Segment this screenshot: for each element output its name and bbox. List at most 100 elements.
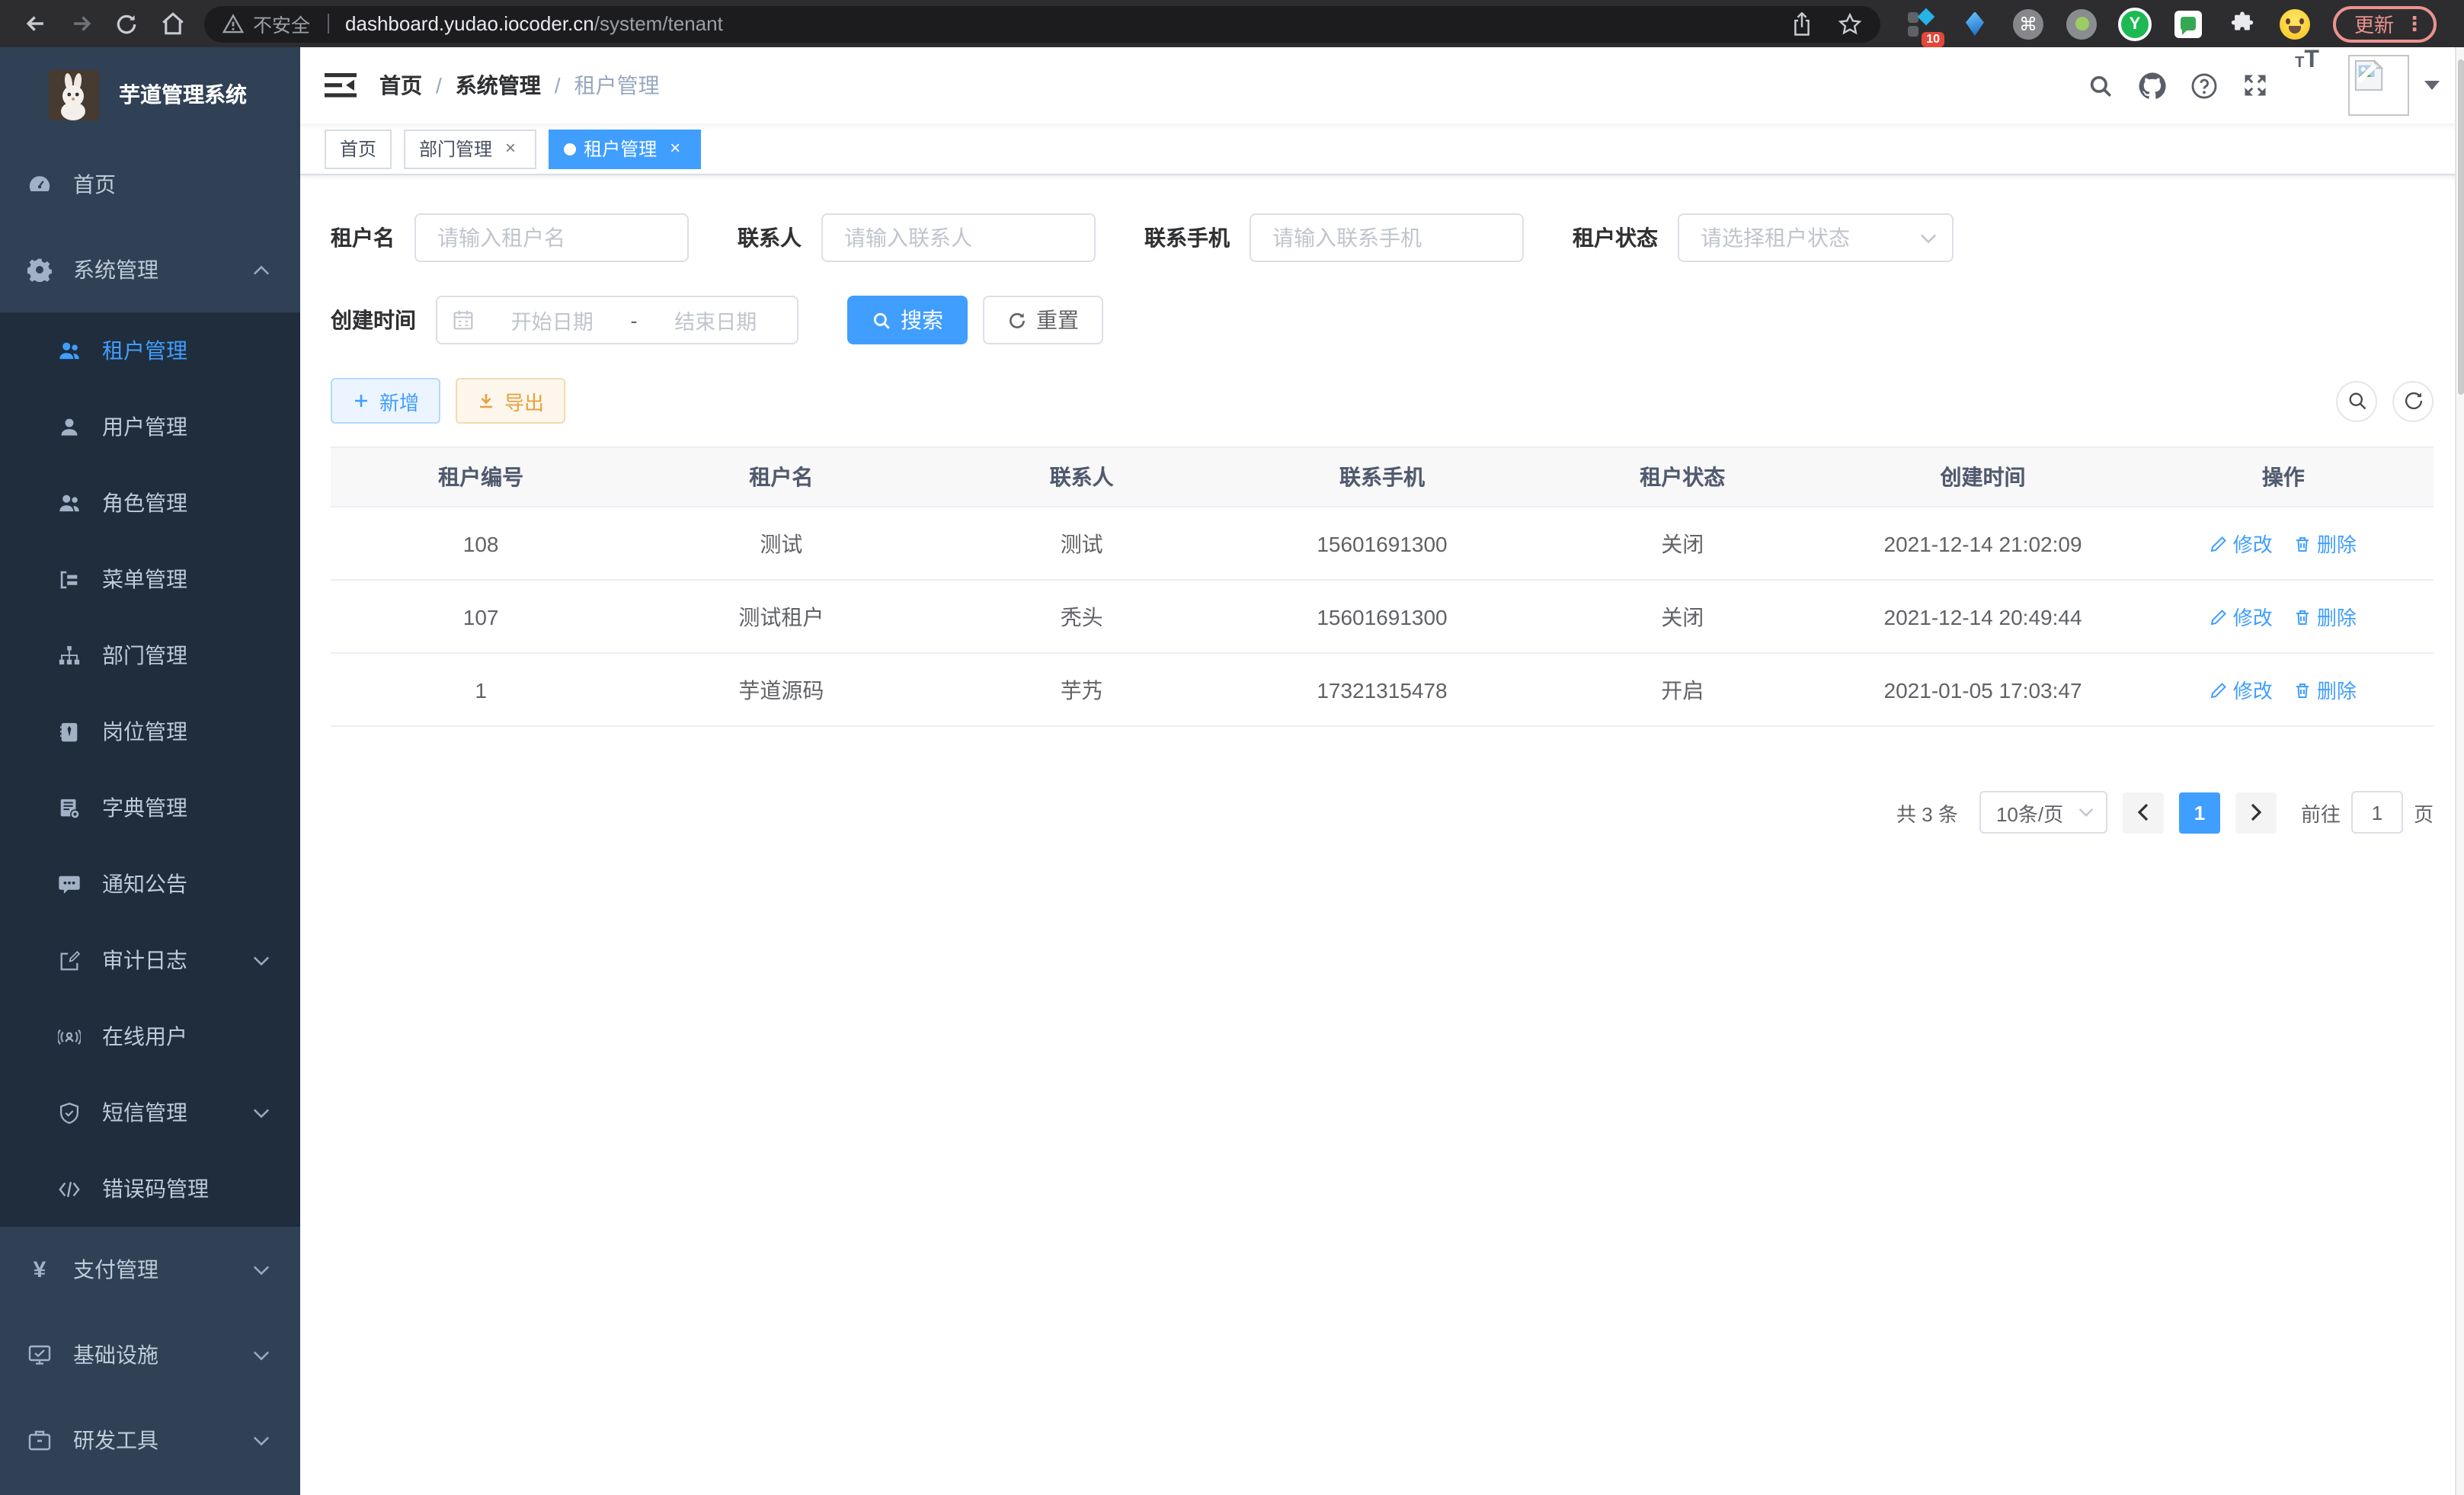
chat-extension-icon[interactable] [2171,7,2205,40]
end-date-placeholder[interactable]: 结束日期 [650,305,782,335]
add-button[interactable]: 新增 [331,378,440,424]
extensions-row: 10 ⌘ Y [1905,7,2312,40]
tab-label: 部门管理 [419,136,492,162]
edit-action[interactable]: 修改 [2210,675,2273,704]
start-date-placeholder[interactable]: 开始日期 [486,305,619,335]
scrollbar-thumb[interactable] [2458,59,2464,395]
sidebar-item-notice[interactable]: 通知公告 [0,846,300,922]
table-row[interactable]: 1 芋道源码 芋艿 17321315478 开启 2021-01-05 17:0… [331,654,2434,727]
kite-extension-icon[interactable] [1958,7,1992,40]
sidebar-item-user[interactable]: 用户管理 [0,389,300,465]
sidebar-item-label: 审计日志 [102,945,253,975]
sidebar-item-dept[interactable]: 部门管理 [0,617,300,693]
sidebar-fold-icon[interactable] [325,70,358,101]
app-logo-row[interactable]: 芋道管理系统 [0,47,300,142]
header-search-icon[interactable] [2074,47,2126,123]
filter-label: 联系手机 [1144,222,1230,253]
command-extension-icon[interactable]: ⌘ [2011,7,2045,40]
close-icon[interactable]: × [664,138,686,159]
table-search-toggle-icon[interactable] [2336,380,2377,421]
sidebar-item-dev-tools[interactable]: 研发工具 [0,1397,300,1483]
delete-action[interactable]: 删除 [2294,529,2357,558]
sidebar-item-home[interactable]: 首页 [0,142,300,227]
edit-pencil-icon [2210,534,2229,552]
table-row[interactable]: 107 测试租户 秃头 15601691300 关闭 2021-12-14 20… [331,581,2434,654]
search-button[interactable]: 搜索 [847,296,968,344]
url-path[interactable]: /system/tenant [594,12,723,35]
cell-actions: 修改 删除 [2133,581,2434,652]
sidebar-item-dict[interactable]: 字典管理 [0,770,300,846]
tenant-name-input[interactable] [414,213,689,262]
breadcrumb-home[interactable]: 首页 [379,70,422,101]
help-icon[interactable] [2178,47,2229,123]
url-host[interactable]: dashboard.yudao.iocoder.cn [345,12,594,35]
sidebar-item-error-code[interactable]: 错误码管理 [0,1151,300,1227]
edit-action[interactable]: 修改 [2210,602,2273,631]
contact-input[interactable] [821,213,1096,262]
y-extension-icon[interactable]: Y [2118,7,2152,40]
sidebar-item-online-user[interactable]: 在线用户 [0,998,300,1074]
tenant-page-content: 租户名 联系人 联系手机 租户状态 请选择租户状态 [300,175,2464,1495]
cell-actions: 修改 删除 [2133,654,2434,725]
delete-action[interactable]: 删除 [2294,602,2357,631]
sidebar-item-infra[interactable]: 基础设施 [0,1312,300,1397]
close-icon[interactable]: × [500,138,521,159]
address-bar[interactable]: 不安全 dashboard.yudao.iocoder.cn/system/te… [204,5,1880,42]
emoji-profile-icon[interactable] [2278,7,2312,40]
sidebar-item-audit-log[interactable]: 审计日志 [0,922,300,998]
page-scrollbar[interactable] [2455,47,2464,1495]
tab-dept[interactable]: 部门管理 × [404,129,536,168]
cell-tenant-name: 测试 [631,507,931,579]
security-warning-icon[interactable] [222,14,244,34]
prev-page-button[interactable] [2123,792,2164,833]
security-label[interactable]: 不安全 [253,9,310,38]
puzzle-extensions-icon[interactable] [2225,7,2258,40]
page-number-1[interactable]: 1 [2179,792,2220,833]
font-size-icon[interactable]: TT [2281,47,2333,123]
bookmark-star-icon[interactable] [1838,11,1862,36]
sidebar-item-pay[interactable]: ¥ 支付管理 [0,1227,300,1312]
tab-home[interactable]: 首页 [325,129,392,168]
share-icon[interactable] [1790,11,1813,36]
sidebar-item-tenant[interactable]: 租户管理 [0,312,300,389]
browser-reload-icon[interactable] [104,0,149,47]
sidebar-item-menu[interactable]: 菜单管理 [0,541,300,617]
table-refresh-icon[interactable] [2392,380,2434,421]
browser-back-icon[interactable] [12,0,58,47]
avatar-broken-image[interactable] [2348,55,2409,116]
breadcrumb-system[interactable]: 系统管理 [456,70,541,101]
delete-action[interactable]: 删除 [2294,675,2357,704]
avatar-caret-icon[interactable] [2424,81,2440,98]
github-icon[interactable] [2126,47,2178,123]
sidebar-item-system[interactable]: 系统管理 [0,227,300,312]
code-icon [58,1177,81,1200]
next-page-button[interactable] [2235,792,2277,833]
date-range-picker[interactable]: 开始日期 - 结束日期 [436,296,798,344]
status-select[interactable]: 请选择租户状态 [1678,213,1954,262]
chrome-update-button[interactable]: 更新 ⋮ [2333,5,2437,42]
reset-button[interactable]: 重置 [983,296,1103,344]
sidebar-item-role[interactable]: 角色管理 [0,465,300,541]
browser-home-icon[interactable] [149,0,195,47]
sidebar-item-sms[interactable]: 短信管理 [0,1074,300,1151]
download-icon [477,392,495,410]
page-size-select[interactable]: 10条/页 [1979,791,2107,834]
pinned-extension-icon[interactable]: 10 [1905,7,1938,40]
filter-created-time: 创建时间 开始日期 - 结束日期 [331,296,798,344]
table-row[interactable]: 108 测试 测试 15601691300 关闭 2021-12-14 21:0… [331,507,2434,581]
tab-tenant-active[interactable]: 租户管理 × [549,129,701,168]
column-header: 操作 [2133,448,2434,506]
cell-contact: 芋艿 [932,654,1232,725]
browser-forward-icon[interactable] [58,0,104,47]
recorder-extension-icon[interactable] [2065,7,2098,40]
sidebar-item-post[interactable]: 岗位管理 [0,693,300,770]
user-avatar-area[interactable] [2348,55,2440,116]
edit-action[interactable]: 修改 [2210,529,2273,558]
update-label: 更新 [2354,9,2394,38]
fullscreen-icon[interactable] [2229,47,2281,123]
browser-menu-icon[interactable]: ⋮ [2405,11,2424,36]
phone-input[interactable] [1250,213,1524,262]
search-icon [872,310,891,330]
export-button[interactable]: 导出 [456,378,565,424]
goto-page-input[interactable] [2351,791,2403,834]
